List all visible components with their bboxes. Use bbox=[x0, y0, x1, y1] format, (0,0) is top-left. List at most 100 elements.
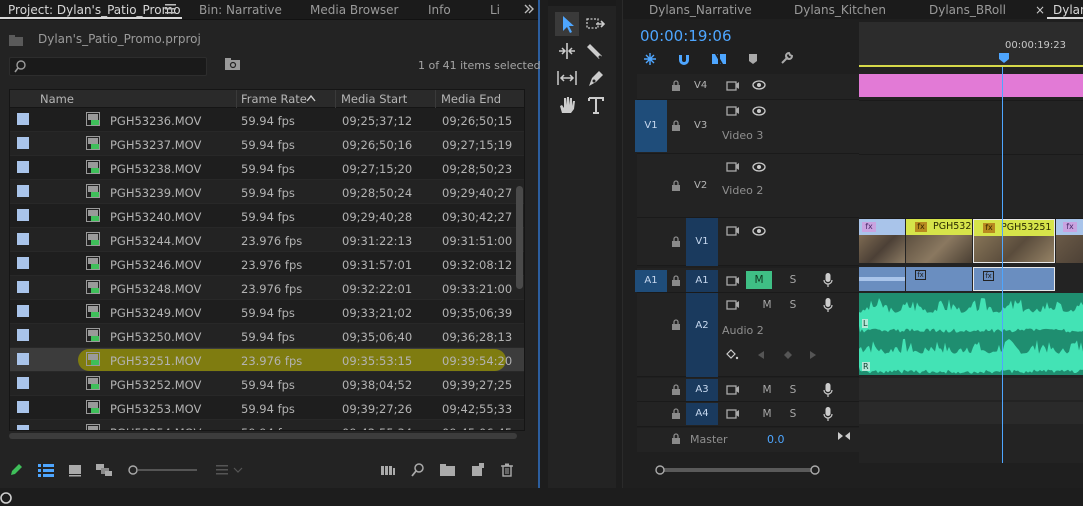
track-name-audio-2[interactable]: Audio 2 bbox=[722, 324, 764, 337]
table-row[interactable]: PGH53254.MOV 59.94 fps 09;42;55;34 09;45;06… bbox=[10, 420, 524, 430]
timeline-zoom-scrollbar[interactable] bbox=[637, 464, 1083, 476]
icon-view-icon[interactable] bbox=[68, 463, 82, 477]
label-color-swatch[interactable] bbox=[17, 281, 29, 293]
v1-clip-1[interactable]: fx bbox=[859, 219, 905, 263]
mute-track-a3-button[interactable]: M bbox=[760, 381, 774, 399]
v4-clip[interactable] bbox=[859, 74, 1083, 97]
label-color-swatch[interactable] bbox=[17, 137, 29, 149]
master-volume-value[interactable]: 0.0 bbox=[767, 433, 785, 446]
lock-icon[interactable] bbox=[671, 433, 681, 444]
table-row[interactable]: PGH53252.MOV 59.94 fps 09;38;04;52 09;39;27… bbox=[10, 372, 524, 396]
tab-dylans-narrative[interactable]: Dylans_Narrative bbox=[649, 3, 752, 17]
track-target-a2[interactable]: A2 bbox=[686, 293, 718, 377]
table-row[interactable]: PGH53239.MOV 59.94 fps 09;28;50;24 09;29;40… bbox=[10, 180, 524, 204]
hand-tool-icon[interactable] bbox=[555, 93, 579, 117]
find-icon[interactable] bbox=[411, 463, 425, 477]
tab-dylans-kitchen[interactable]: Dylans_Kitchen bbox=[794, 3, 886, 17]
new-item-icon[interactable] bbox=[470, 463, 484, 477]
mute-track-a4-button[interactable]: M bbox=[760, 405, 774, 423]
lock-icon[interactable] bbox=[671, 120, 681, 131]
voiceover-mic-icon[interactable] bbox=[823, 273, 833, 287]
a1-clip-2[interactable]: fx bbox=[906, 267, 972, 291]
horizontal-scrollbar[interactable] bbox=[9, 433, 517, 439]
next-keyframe-icon[interactable] bbox=[809, 350, 817, 360]
tab-libraries[interactable]: Li bbox=[490, 3, 500, 17]
toggle-output-eye-icon[interactable] bbox=[752, 80, 766, 90]
table-row[interactable]: PGH53244.MOV 23.976 fps 09:31:22:13 09:31:5… bbox=[10, 228, 524, 252]
track-target-v1[interactable]: V1 bbox=[686, 218, 718, 266]
new-search-bin-icon[interactable] bbox=[225, 58, 241, 71]
table-row[interactable]: PGH53246.MOV 23.976 fps 09:31:57:01 09:32:0… bbox=[10, 252, 524, 276]
pen-tool-icon[interactable] bbox=[584, 66, 608, 90]
solo-track-a2-button[interactable]: S bbox=[786, 296, 800, 314]
column-divider[interactable] bbox=[236, 90, 237, 108]
writable-pencil-icon[interactable] bbox=[9, 463, 23, 477]
freeform-view-icon[interactable] bbox=[95, 463, 112, 477]
column-media-end[interactable]: Media End bbox=[441, 92, 501, 106]
label-color-swatch[interactable] bbox=[17, 401, 29, 413]
track-name-video-2[interactable]: Video 2 bbox=[722, 184, 763, 197]
fx-badge[interactable]: fx bbox=[983, 223, 995, 233]
tab-project[interactable]: Project: Dylan's_Patio_Promo bbox=[8, 3, 181, 17]
lock-icon[interactable] bbox=[671, 236, 681, 247]
add-keyframe-icon[interactable] bbox=[783, 350, 793, 360]
a2-audio-clip[interactable]: L R bbox=[859, 293, 1083, 375]
table-row[interactable]: PGH53248.MOV 23.976 fps 09:32:22:01 09:33:2… bbox=[10, 276, 524, 300]
sort-ascending-icon[interactable] bbox=[306, 95, 316, 102]
lock-icon[interactable] bbox=[671, 408, 681, 419]
toggle-output-eye-icon[interactable] bbox=[752, 226, 766, 236]
fx-badge[interactable]: fx bbox=[1063, 222, 1077, 232]
table-row[interactable]: PGH53236.MOV 59.94 fps 09;25;37;12 09;26;50… bbox=[10, 108, 524, 132]
label-color-swatch[interactable] bbox=[17, 329, 29, 341]
sort-icons-icon[interactable] bbox=[216, 463, 243, 477]
label-color-swatch[interactable] bbox=[17, 185, 29, 197]
track-label-v2[interactable]: V2 bbox=[694, 180, 707, 191]
toggle-output-eye-icon[interactable] bbox=[752, 162, 766, 172]
table-row[interactable]: PGH53253.MOV 59.94 fps 09;39;27;26 09;42;55… bbox=[10, 396, 524, 420]
sync-lock-icon[interactable] bbox=[726, 384, 740, 395]
source-patch-v1[interactable]: V1 bbox=[635, 100, 667, 152]
lock-icon[interactable] bbox=[671, 80, 681, 91]
lock-icon[interactable] bbox=[671, 275, 681, 286]
playhead-handle-icon[interactable] bbox=[998, 52, 1010, 64]
column-divider[interactable] bbox=[435, 90, 436, 108]
v1-clip-2[interactable]: fx PGH532 bbox=[906, 219, 972, 263]
zoom-slider[interactable] bbox=[127, 464, 197, 476]
table-row[interactable]: PGH53237.MOV 59.94 fps 09;26;50;16 09;27;15… bbox=[10, 132, 524, 156]
fx-badge[interactable]: fx bbox=[915, 222, 927, 232]
track-target-a1[interactable]: A1 bbox=[686, 270, 718, 292]
fx-badge[interactable]: fx bbox=[915, 270, 926, 280]
sync-lock-icon[interactable] bbox=[726, 299, 740, 310]
table-row[interactable]: PGH53251.MOV 23.976 fps 09:35:53:15 09:39:5… bbox=[10, 348, 524, 372]
table-row[interactable]: PGH53238.MOV 59.94 fps 09;27;15;20 09;28;50… bbox=[10, 156, 524, 180]
list-view-icon[interactable] bbox=[38, 463, 54, 477]
label-color-swatch[interactable] bbox=[17, 161, 29, 173]
sync-lock-icon[interactable] bbox=[726, 105, 740, 116]
tab-media-browser[interactable]: Media Browser bbox=[310, 3, 398, 17]
selection-tool-icon[interactable] bbox=[555, 12, 579, 36]
vertical-scrollbar[interactable] bbox=[516, 186, 523, 289]
column-divider[interactable] bbox=[335, 90, 336, 108]
label-color-swatch[interactable] bbox=[17, 305, 29, 317]
linked-selection-icon[interactable] bbox=[711, 51, 727, 67]
fx-badge[interactable]: fx bbox=[862, 222, 876, 232]
lock-icon[interactable] bbox=[671, 384, 681, 395]
trash-icon[interactable] bbox=[500, 463, 514, 477]
previous-keyframe-icon[interactable] bbox=[757, 350, 765, 360]
toggle-output-eye-icon[interactable] bbox=[752, 106, 766, 116]
lock-icon[interactable] bbox=[671, 180, 681, 191]
source-patch-a1[interactable]: A1 bbox=[635, 270, 667, 292]
go-to-in-out-icon[interactable] bbox=[837, 431, 851, 441]
track-label-v4[interactable]: V4 bbox=[694, 80, 707, 91]
lock-icon[interactable] bbox=[671, 319, 681, 330]
label-color-swatch[interactable] bbox=[17, 377, 29, 389]
time-ruler[interactable]: 00:00:19:23 bbox=[859, 22, 1083, 67]
table-row[interactable]: PGH53240.MOV 59.94 fps 09;29;40;28 09;30;42… bbox=[10, 204, 524, 228]
mute-track-a2-button[interactable]: M bbox=[760, 296, 774, 314]
voiceover-mic-icon[interactable] bbox=[823, 298, 833, 312]
timeline-settings-wrench-icon[interactable] bbox=[780, 51, 794, 65]
fx-badge[interactable]: fx bbox=[983, 271, 994, 281]
show-keyframes-icon[interactable] bbox=[726, 349, 740, 361]
mute-track-a1-button[interactable]: M bbox=[746, 271, 772, 289]
table-row[interactable]: PGH53249.MOV 59.94 fps 09;33;21;02 09;35;06… bbox=[10, 300, 524, 324]
